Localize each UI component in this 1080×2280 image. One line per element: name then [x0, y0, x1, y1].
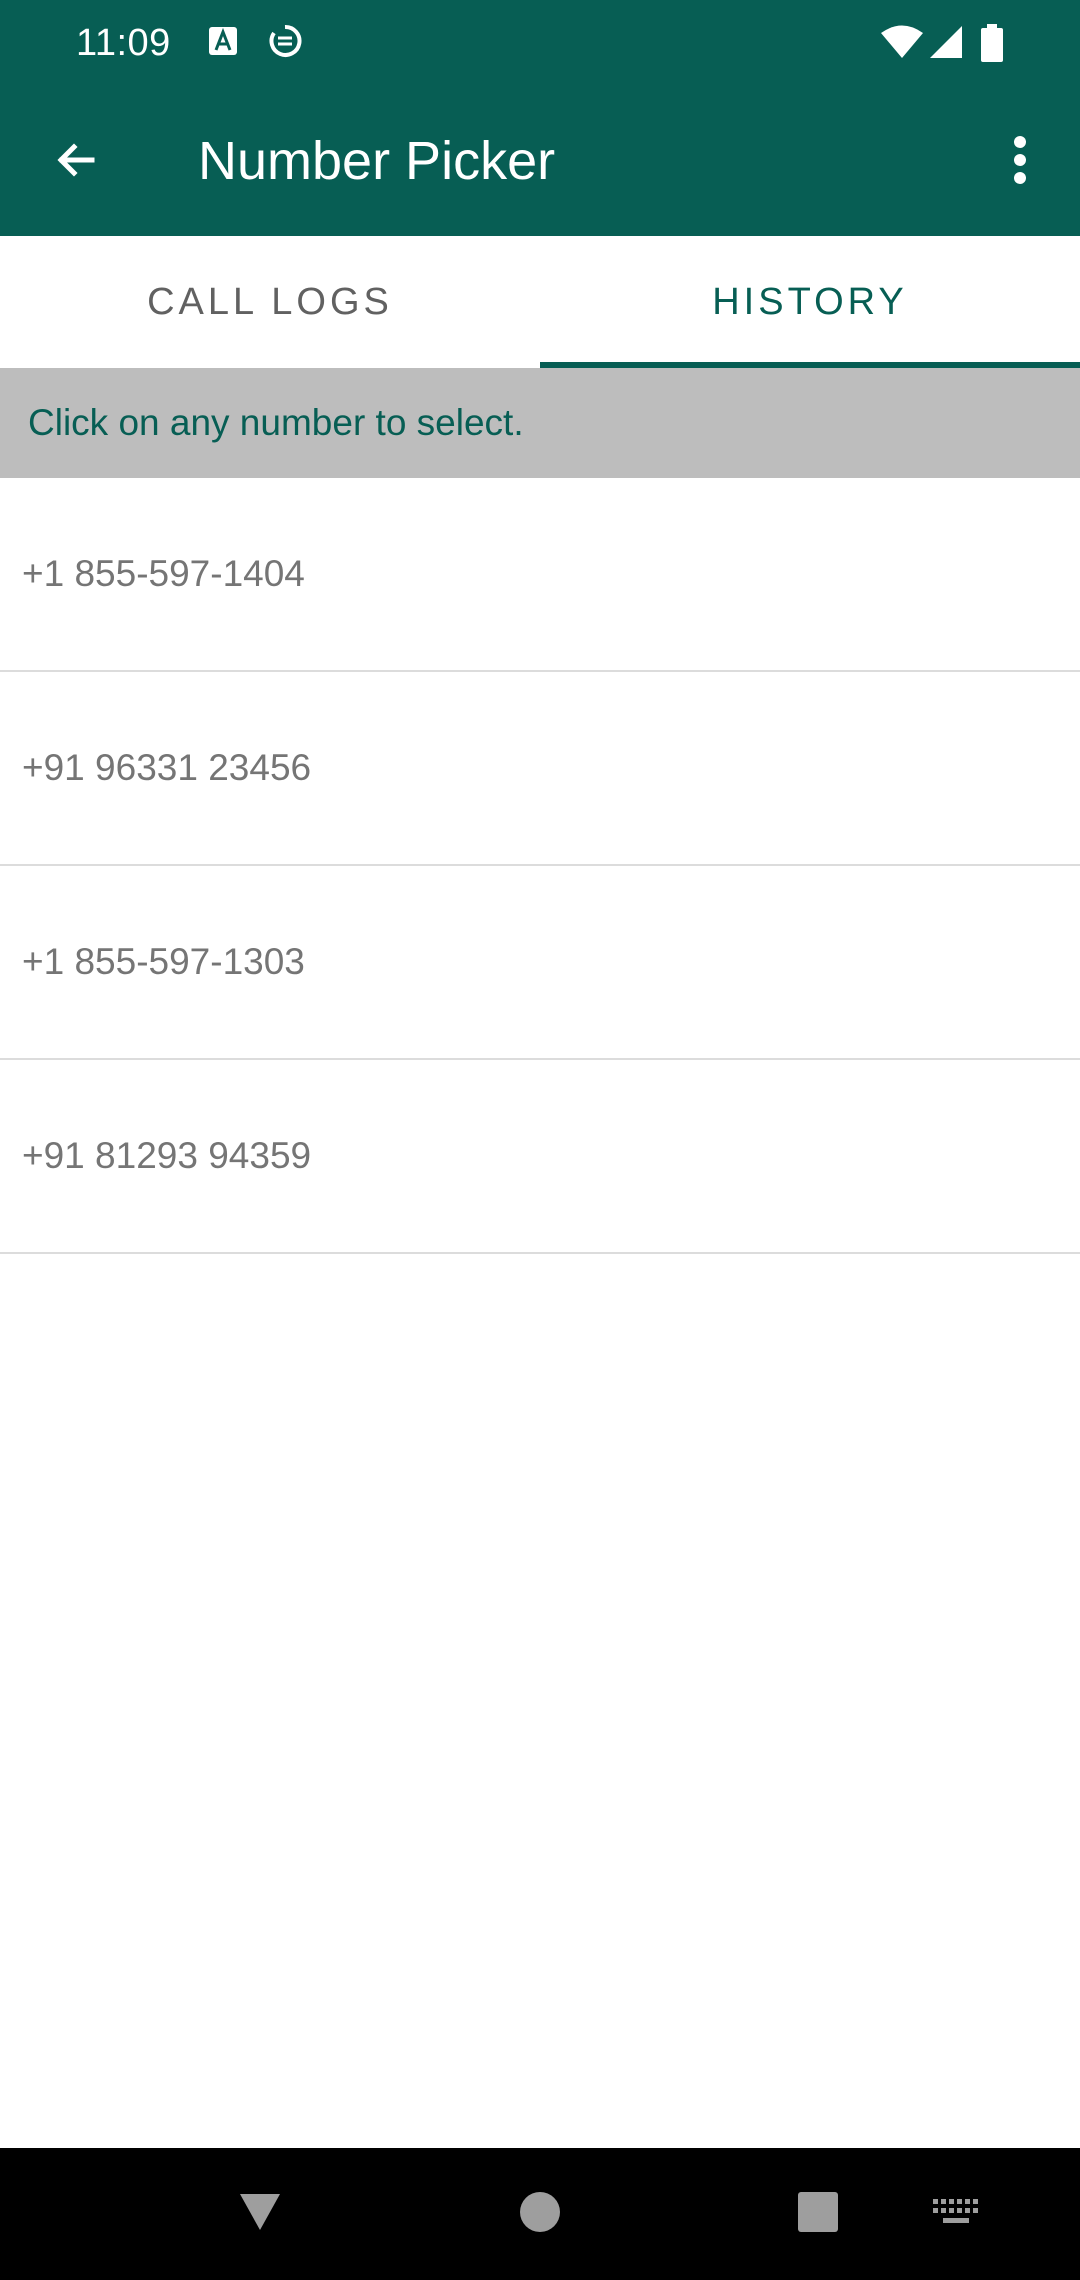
list-item[interactable]: +91 81293 94359	[0, 1060, 1080, 1254]
list-item[interactable]: +1 855-597-1303	[0, 866, 1080, 1060]
battery-icon	[980, 24, 1004, 67]
wifi-icon	[880, 24, 924, 65]
number-list: +1 855-597-1404 +91 96331 23456 +1 855-5…	[0, 478, 1080, 1254]
tab-bar: CALL LOGS HISTORY	[0, 236, 1080, 368]
home-circle-icon	[519, 2191, 561, 2238]
back-button[interactable]	[36, 122, 116, 202]
list-item[interactable]: +91 96331 23456	[0, 672, 1080, 866]
cellular-signal-icon	[928, 24, 964, 65]
nav-recents-button[interactable]	[778, 2148, 858, 2280]
page-title: Number Picker	[198, 131, 556, 191]
app-bar: Number Picker	[0, 88, 1080, 236]
translate-icon	[208, 24, 238, 63]
nav-keyboard-button[interactable]	[916, 2148, 996, 2280]
keyboard-icon	[933, 2198, 979, 2230]
overflow-menu-button[interactable]	[980, 122, 1060, 202]
arrow-back-icon	[52, 136, 100, 189]
status-time: 11:09	[76, 22, 171, 64]
nav-home-button[interactable]	[500, 2148, 580, 2280]
nav-back-button[interactable]	[220, 2148, 300, 2280]
recents-square-icon	[797, 2191, 839, 2238]
tab-call-logs[interactable]: CALL LOGS	[0, 236, 540, 368]
system-nav-bar	[0, 2148, 1080, 2280]
tab-history[interactable]: HISTORY	[540, 236, 1080, 368]
instruction-banner: Click on any number to select.	[0, 368, 1080, 478]
status-bar: 11:09	[0, 0, 1080, 88]
back-triangle-icon	[238, 2192, 282, 2237]
data-saver-icon	[268, 24, 302, 65]
list-item[interactable]: +1 855-597-1404	[0, 478, 1080, 672]
more-vert-icon	[1012, 135, 1028, 190]
